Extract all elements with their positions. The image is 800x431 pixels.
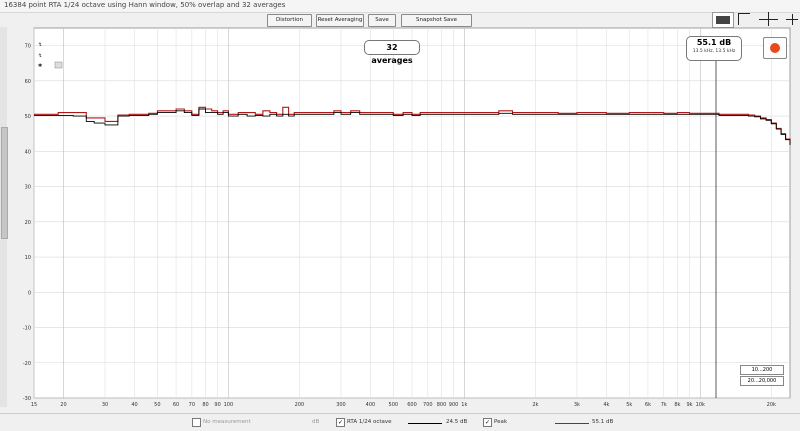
averages-label: 32 averages	[364, 40, 420, 65]
x-axis-ticks: 15 20 30 40 50 60 70 80 90 100 200 300 400 500 600 700 8…	[31, 402, 776, 408]
x-tick-label: 100	[224, 402, 234, 408]
x-tick-label: 3k	[574, 402, 580, 408]
y-tick-label: 70	[25, 44, 31, 50]
x-tick-label: 60	[173, 402, 179, 408]
x-tick-label: 50	[154, 402, 160, 408]
y-tick-label: 20	[25, 220, 31, 226]
x-tick-label: 6k	[645, 402, 651, 408]
x-tick-label: 20k	[767, 402, 776, 408]
x-tick-label: 1k	[461, 402, 467, 408]
x-tick-label: 400	[366, 402, 376, 408]
x-tick-label: 15	[31, 402, 37, 408]
stop-button[interactable]	[763, 37, 787, 59]
y-tick-label: 50	[25, 114, 31, 120]
item3-swatch	[555, 423, 589, 424]
dropdown-icon[interactable]	[54, 61, 63, 69]
item3-checkbox[interactable]: ✓	[483, 418, 492, 427]
item2-checkbox[interactable]: ✓	[336, 418, 345, 427]
pan-icon[interactable]: ↯	[38, 53, 42, 59]
level-readout: 55.1 dB 13.5 kHz, 13.5 kHz	[686, 36, 742, 61]
x-tick-label: 30	[102, 402, 108, 408]
x-tick-label: 90	[214, 402, 220, 408]
item2-label: RTA 1/24 octave	[347, 419, 392, 425]
y-axis-ticks: 70 60 50 40 30 20 10 0 -10 -20 -30	[23, 44, 31, 402]
y-tick-label: 40	[25, 149, 31, 155]
x-tick-label: 700	[423, 402, 433, 408]
y-tick-label: -20	[23, 361, 31, 367]
y-tick-label: -30	[23, 396, 31, 402]
y-tick-label: 10	[25, 255, 31, 261]
item1-label: No measurement	[203, 419, 251, 425]
item1-unit: dB	[312, 419, 320, 425]
x-tick-label: 500	[389, 402, 399, 408]
record-icon	[770, 43, 780, 53]
x-tick-label: 4k	[603, 402, 609, 408]
zoom-icon[interactable]: ↯	[38, 42, 42, 48]
y-tick-label: 60	[25, 79, 31, 85]
item1-checkbox[interactable]	[192, 418, 201, 427]
x-tick-label: 80	[202, 402, 208, 408]
item3-value: 55.1 dB	[592, 419, 614, 425]
x-tick-label: 9k	[686, 402, 692, 408]
x-tick-label: 600	[407, 402, 417, 408]
y-tick-label: 0	[28, 290, 31, 296]
x-tick-label: 900	[449, 402, 459, 408]
item2-value: 24.5 dB	[446, 419, 468, 425]
x-tick-label: 20	[60, 402, 66, 408]
legend-bar: No measurement dB ✓ RTA 1/24 octave 24.5…	[0, 413, 800, 431]
x-tick-label: 8k	[674, 402, 680, 408]
item3-label: Peak	[494, 419, 508, 425]
range-button-top[interactable]: 10...200	[740, 365, 784, 375]
y-tick-label: 30	[25, 185, 31, 191]
x-tick-label: 800	[437, 402, 447, 408]
range-button-bottom[interactable]: 20...20,000	[740, 376, 784, 386]
level-value: 55.1 dB	[696, 38, 732, 47]
x-tick-label: 10k	[696, 402, 705, 408]
x-tick-label: 5k	[626, 402, 632, 408]
x-tick-label: 2k	[532, 402, 538, 408]
x-tick-label: 70	[189, 402, 195, 408]
x-tick-label: 7k	[661, 402, 667, 408]
item2-swatch	[408, 423, 442, 424]
x-tick-label: 200	[295, 402, 305, 408]
x-tick-label: 300	[336, 402, 346, 408]
x-tick-label: 40	[131, 402, 137, 408]
y-tick-label: -10	[23, 326, 31, 332]
level-sub: 13.5 kHz, 13.5 kHz	[692, 49, 736, 54]
